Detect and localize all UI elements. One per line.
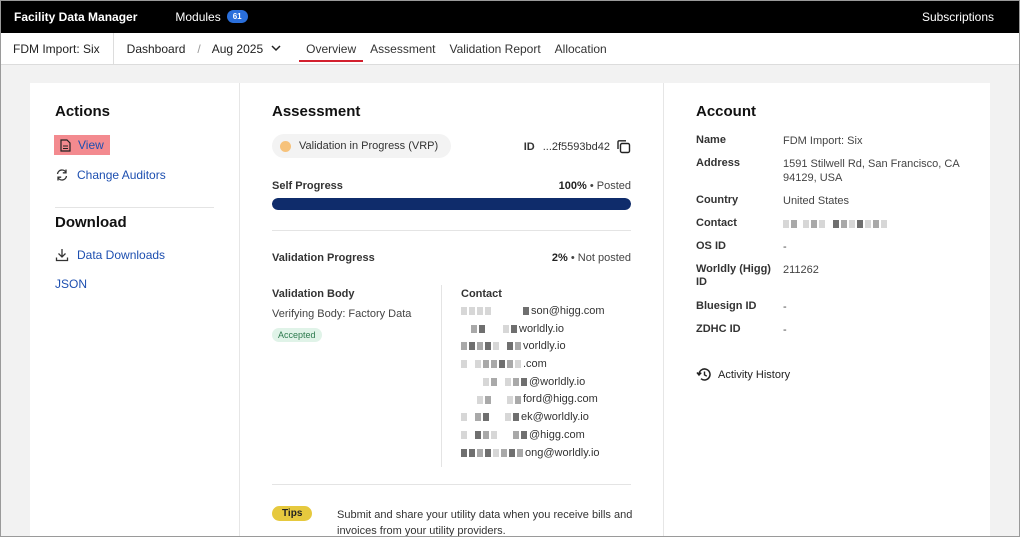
country-label: Country xyxy=(696,194,739,206)
list-item: @worldly.io xyxy=(461,376,605,394)
worldly-id-label: Worldly (Higg) ID xyxy=(696,263,771,288)
period-selector[interactable]: Aug 2025 xyxy=(212,42,281,56)
osid-value: - xyxy=(783,241,787,253)
account-column: Account Name FDM Import: Six Address 159… xyxy=(664,83,990,537)
status-badge: Validation in Progress (VRP) xyxy=(272,134,452,158)
name-value: FDM Import: Six xyxy=(783,135,863,147)
list-item: @higg.com xyxy=(461,429,605,447)
facility-import-name: FDM Import: Six xyxy=(0,33,114,64)
main-panel: Actions View Change Auditors Download Da… xyxy=(30,83,990,537)
activity-history-label: Activity History xyxy=(718,368,791,381)
divider xyxy=(272,230,631,231)
tips-badge: Tips xyxy=(272,506,313,521)
json-link[interactable]: JSON xyxy=(55,277,87,291)
view-button[interactable]: View xyxy=(54,135,110,155)
list-item: worldly.io xyxy=(461,323,605,341)
validation-body-value: Verifying Body: Factory Data xyxy=(272,308,412,320)
chevron-down-icon xyxy=(271,45,281,52)
address-label: Address xyxy=(696,157,741,169)
top-bar: Facility Data Manager Modules 61 Subscri… xyxy=(0,0,1020,33)
assessment-id: ID ...2f5593bd42 xyxy=(524,139,631,154)
list-item: ek@worldly.io xyxy=(461,411,605,429)
refresh-icon xyxy=(56,169,68,181)
self-progress-fill xyxy=(272,198,631,210)
contact-value-redacted xyxy=(783,217,963,231)
id-label: ID xyxy=(523,140,535,153)
download-title: Download xyxy=(55,214,127,231)
validation-progress-percent: 2% xyxy=(551,252,568,264)
history-icon xyxy=(696,368,711,381)
zdhc-id-value: - xyxy=(783,324,787,336)
divider xyxy=(55,207,214,208)
self-progress-status: 100% • Posted xyxy=(558,180,631,192)
list-item: ong@worldly.io xyxy=(461,447,605,465)
divider xyxy=(272,484,631,485)
actions-column: Actions View Change Auditors Download Da… xyxy=(30,83,240,537)
validation-progress-status: 2% • Not posted xyxy=(551,252,631,264)
tab-validation-report[interactable]: Validation Report xyxy=(443,33,548,64)
validation-progress-label: Validation Progress xyxy=(272,252,375,264)
subscriptions-link[interactable]: Subscriptions xyxy=(922,10,994,24)
breadcrumb-separator: / xyxy=(197,41,201,56)
period-label: Aug 2025 xyxy=(211,41,264,56)
self-progress-label: Self Progress xyxy=(272,180,343,192)
bluesign-id-value: - xyxy=(783,301,787,313)
modules-menu[interactable]: Modules 61 xyxy=(175,9,248,24)
id-value: ...2f5593bd42 xyxy=(542,140,610,153)
accepted-badge: Accepted xyxy=(272,328,322,342)
tab-allocation[interactable]: Allocation xyxy=(548,33,614,64)
sub-navigation: FDM Import: Six Dashboard / Aug 2025 Ove… xyxy=(0,33,1020,65)
tab-bar: Overview Assessment Validation Report Al… xyxy=(299,33,614,64)
self-progress-percent: 100% xyxy=(558,180,587,192)
osid-label: OS ID xyxy=(696,240,726,252)
document-icon xyxy=(60,138,71,152)
bluesign-id-label: Bluesign ID xyxy=(696,300,757,312)
validation-progress-state: Not posted xyxy=(577,252,631,264)
list-item: son@higg.com xyxy=(461,305,605,323)
account-title: Account xyxy=(696,103,756,120)
change-auditors-label: Change Auditors xyxy=(77,168,166,182)
modules-count-badge: 61 xyxy=(226,10,248,23)
contact-list: son@higg.com worldly.io vorldly.io .com … xyxy=(461,305,605,464)
assessment-column: Assessment Validation in Progress (VRP) … xyxy=(240,83,664,537)
list-item: .com xyxy=(461,358,605,376)
name-label: Name xyxy=(696,134,726,146)
app-title: Facility Data Manager xyxy=(14,9,138,24)
breadcrumb-dashboard[interactable]: Dashboard xyxy=(114,42,186,56)
assessment-title: Assessment xyxy=(272,103,361,120)
tab-assessment[interactable]: Assessment xyxy=(363,33,442,64)
zdhc-id-label: ZDHC ID xyxy=(696,323,741,335)
actions-title: Actions xyxy=(55,103,111,120)
data-downloads-link[interactable]: Data Downloads xyxy=(55,248,165,262)
change-auditors-link[interactable]: Change Auditors xyxy=(55,168,166,182)
country-value: United States xyxy=(783,195,850,207)
activity-history-link[interactable]: Activity History xyxy=(696,367,790,382)
tab-overview[interactable]: Overview xyxy=(299,33,364,64)
contact-label: Contact xyxy=(696,217,737,229)
validation-body-label: Validation Body xyxy=(272,288,355,300)
status-label: Validation in Progress (VRP) xyxy=(299,140,439,152)
self-progress-bar xyxy=(272,198,631,210)
modules-label: Modules xyxy=(175,9,221,24)
status-dot-icon xyxy=(280,140,291,152)
column-divider xyxy=(441,285,442,467)
download-icon xyxy=(55,249,69,262)
tips-text: Submit and share your utility data when … xyxy=(337,509,633,537)
view-label: View xyxy=(78,138,104,152)
list-item: vorldly.io xyxy=(461,340,605,358)
data-downloads-label: Data Downloads xyxy=(77,248,166,262)
copy-icon[interactable] xyxy=(616,139,631,154)
list-item: ford@higg.com xyxy=(461,393,605,411)
address-value: 1591 Stilwell Rd, San Francisco, CA 9412… xyxy=(783,158,960,184)
contact-label: Contact xyxy=(461,288,502,300)
self-progress-state: Posted xyxy=(596,180,631,192)
worldly-id-value: 211262 xyxy=(783,264,819,276)
